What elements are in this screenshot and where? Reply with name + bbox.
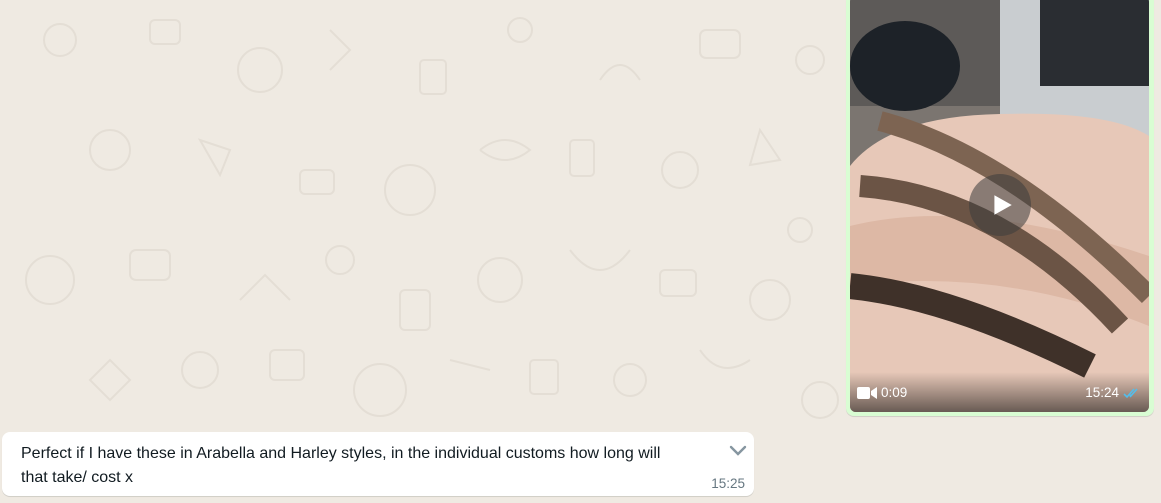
play-icon [994, 195, 1012, 215]
message-line: that take/ cost x [21, 469, 134, 486]
video-footer: 0:09 15:24 [850, 372, 1149, 412]
message-line: Perfect if I have these in Arabella and … [21, 445, 661, 462]
outgoing-video-message[interactable]: 0:09 15:24 [846, 0, 1154, 416]
message-timestamp: 15:25 [711, 476, 745, 491]
video-thumbnail[interactable]: 0:09 15:24 [850, 0, 1149, 412]
message-text: Perfect if I have these in Arabella and … [21, 442, 731, 490]
double-check-icon [1123, 388, 1138, 399]
chevron-down-icon[interactable] [728, 444, 748, 458]
video-camera-icon [857, 387, 877, 399]
message-timestamp: 15:24 [1085, 385, 1119, 400]
incoming-text-message[interactable]: Perfect if I have these in Arabella and … [2, 432, 754, 496]
video-duration: 0:09 [881, 385, 908, 400]
play-button[interactable] [969, 174, 1031, 236]
